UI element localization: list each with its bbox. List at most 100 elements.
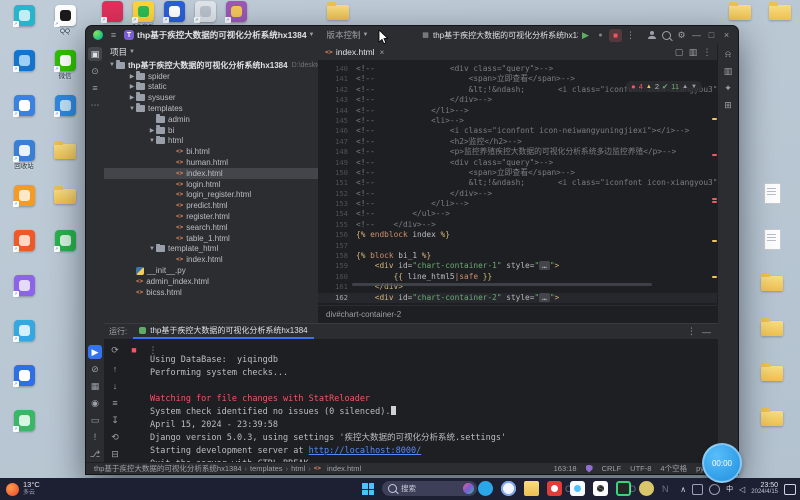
desktop-browser-app-icon[interactable]: ↗	[45, 95, 85, 125]
desktop-folder-icon[interactable]	[752, 317, 792, 345]
desktop-purple-app-icon[interactable]: ↗	[4, 275, 44, 305]
tree-chevron-icon[interactable]: ▼	[148, 246, 156, 252]
indent-style[interactable]: 4个空格	[660, 463, 687, 474]
breadcrumb-item[interactable]: index.html	[327, 464, 361, 473]
desktop-qq-icon[interactable]: ↗ QQ	[45, 5, 85, 35]
debug-button[interactable]: ●	[594, 29, 607, 42]
desktop-green-app-icon[interactable]: ↗	[4, 410, 44, 440]
stop-icon[interactable]: ■	[127, 343, 141, 357]
code-line-159[interactable]: 159 <div id="chart-container-1" style="……	[318, 261, 718, 271]
tree-item-search.html[interactable]: <> search.html	[104, 222, 318, 233]
desktop-tool-app-icon[interactable]: ↗	[4, 95, 44, 125]
down-stack-trace-icon[interactable]: ↓	[108, 379, 122, 393]
desktop-green2-app-icon[interactable]: ↗	[45, 230, 85, 260]
notification-center-icon[interactable]	[784, 483, 796, 495]
commit-icon[interactable]: ⊙	[88, 64, 102, 78]
more-tools-icon[interactable]: ⋯	[88, 98, 102, 112]
project-title[interactable]: thp基于疾控大数据的可视化分析系统hx1384	[137, 29, 307, 41]
tree-item-index.html[interactable]: <> index.html	[104, 167, 318, 179]
desktop-wechat-icon[interactable]: ↗ 微信	[45, 50, 85, 80]
project-panel-title[interactable]: 项目	[110, 46, 127, 58]
code-line-150[interactable]: 150 <!-- <span>立即查看</span>-->	[318, 168, 718, 178]
desktop-folder-icon[interactable]	[752, 407, 792, 435]
desktop-phone-app-icon[interactable]: ↗	[4, 50, 44, 80]
taskbar-explorer-icon[interactable]	[524, 481, 539, 496]
taskbar-clock[interactable]: 23:50 2024/4/15	[751, 482, 778, 496]
tree-item-admin_index.html[interactable]: <> admin_index.html	[104, 276, 318, 287]
desktop-folder-icon[interactable]	[752, 362, 792, 390]
minimize-button[interactable]: —	[690, 29, 703, 42]
code-line-156[interactable]: 156 {% endblock index %}	[318, 230, 718, 240]
caret-position[interactable]: 163:18	[554, 464, 577, 473]
split-editor-icon[interactable]: ▥	[686, 45, 700, 59]
file-encoding[interactable]: UTF-8	[630, 464, 651, 473]
breadcrumb-item[interactable]: templates	[250, 464, 283, 473]
desktop-display-app-icon[interactable]: ↗	[4, 5, 44, 35]
structure-icon[interactable]: ≡	[88, 81, 102, 95]
editor-breadcrumb[interactable]: div#chart-container-2	[318, 305, 718, 323]
soft-wrap-icon[interactable]: ≡	[108, 396, 122, 410]
inspections-widget[interactable]: ● 4 ▲ 2 ✔ 11 ▲ ▼	[626, 81, 702, 92]
taskbar-weather-widget[interactable]: 13°C 多云	[6, 481, 40, 497]
taskbar-pycharm-icon[interactable]	[616, 481, 631, 496]
tree-item-sysuser[interactable]: ▶ sysuser	[104, 92, 318, 103]
start-button[interactable]	[362, 483, 374, 495]
desktop-folder-icon[interactable]	[760, 1, 800, 29]
code-line-149[interactable]: 149 <!-- <div class="query">-->	[318, 158, 718, 168]
tray-icon-1[interactable]	[692, 483, 704, 495]
scroll-to-end-icon[interactable]: ↧	[108, 413, 122, 427]
code-line-154[interactable]: 154 <!-- </ul>-->	[318, 209, 718, 219]
run-button[interactable]: ▶	[579, 29, 592, 42]
volume-icon[interactable]: ◁	[739, 485, 745, 494]
tree-item-spider[interactable]: ▶ spider	[104, 70, 318, 82]
taskbar-app-icon[interactable]	[639, 481, 654, 496]
taskbar-copilot-icon[interactable]	[501, 481, 516, 496]
run-icon[interactable]: ▶	[88, 345, 102, 359]
desktop-folder-icon[interactable]	[752, 272, 792, 300]
code-line-143[interactable]: 143 <!-- </div>-->	[318, 95, 718, 105]
database-icon[interactable]: ▥	[721, 64, 735, 78]
breadcrumb-item[interactable]: thp基于疾控大数据的可视化分析系统hx1384	[94, 463, 242, 474]
notifications-icon[interactable]: ⍾	[721, 47, 735, 61]
tree-chevron-icon[interactable]: ▼	[108, 62, 116, 68]
tree-item-static[interactable]: ▶ static	[104, 81, 318, 93]
tree-item-human.html[interactable]: <> human.html	[104, 157, 318, 168]
tree-item-bicss.html[interactable]: <> bicss.html	[104, 287, 318, 298]
code-line-155[interactable]: 155 <!-- </div>-->	[318, 220, 718, 230]
desktop-folder-icon[interactable]	[45, 140, 85, 168]
layout-selector-icon[interactable]: ▢	[672, 45, 686, 59]
prev-issue-icon[interactable]: ▲	[682, 84, 688, 90]
run-more-menu-icon[interactable]: ⋮	[624, 29, 637, 42]
tree-item-admin[interactable]: admin	[104, 113, 318, 125]
main-menu-icon[interactable]: ≡	[107, 29, 120, 42]
tree-item-index.html[interactable]: <> index.html	[104, 254, 318, 265]
taskbar-qq-icon[interactable]	[593, 481, 608, 496]
tree-item-login.html[interactable]: <> login.html	[104, 179, 318, 190]
tree-item-thp-hx1384[interactable]: ▼ thp基于疾控大数据的可视化分析系统hx1384D:\desktop\thp基	[104, 60, 318, 71]
desktop-flame-app-icon[interactable]: ↗	[4, 230, 44, 260]
tree-chevron-icon[interactable]: ▶	[128, 73, 136, 80]
git-icon[interactable]: ⎇	[88, 447, 102, 461]
code-line-151[interactable]: 151 <!-- &lt;!&ndash; <i class="iconfont …	[318, 178, 718, 188]
close-button[interactable]: ×	[720, 29, 733, 42]
vcs-menu[interactable]: 版本控制	[327, 29, 361, 41]
editor-more-icon[interactable]: ⋮	[700, 45, 714, 59]
problems-icon[interactable]: !	[88, 430, 102, 444]
tree-item-template_html[interactable]: ▼ template_html	[104, 243, 318, 255]
run-panel-more-icon[interactable]: ⋮	[685, 325, 698, 338]
code-editor[interactable]: 140 <!-- <div class="query">--> 141 <!-- <s…	[318, 60, 718, 306]
code-line-145[interactable]: 145 <!-- <li>-->	[318, 116, 718, 126]
code-line-158[interactable]: 158 {% block bi_1 %}	[318, 251, 718, 261]
line-separator[interactable]: CRLF	[602, 464, 622, 473]
project-icon[interactable]: ▣	[88, 47, 102, 61]
packages-icon[interactable]: ▦	[88, 379, 102, 393]
tree-chevron-icon[interactable]: ▶	[128, 94, 136, 101]
run-tab[interactable]: thp基于疾控大数据的可视化分析系统hx1384	[133, 324, 314, 339]
run-config-selector[interactable]: ▦ thp基于疾控大数据的可视化分析系统hx1384 ▼	[418, 29, 578, 42]
ai-assistant-icon[interactable]: ✦	[721, 81, 735, 95]
tree-item-predict.html[interactable]: <> predict.html	[104, 200, 318, 211]
search-everywhere-icon[interactable]	[660, 29, 673, 42]
editor-hscrollbar[interactable]	[352, 283, 652, 286]
desktop-office-app-icon[interactable]: ↗	[4, 365, 44, 395]
tree-item-register.html[interactable]: <> register.html	[104, 211, 318, 222]
